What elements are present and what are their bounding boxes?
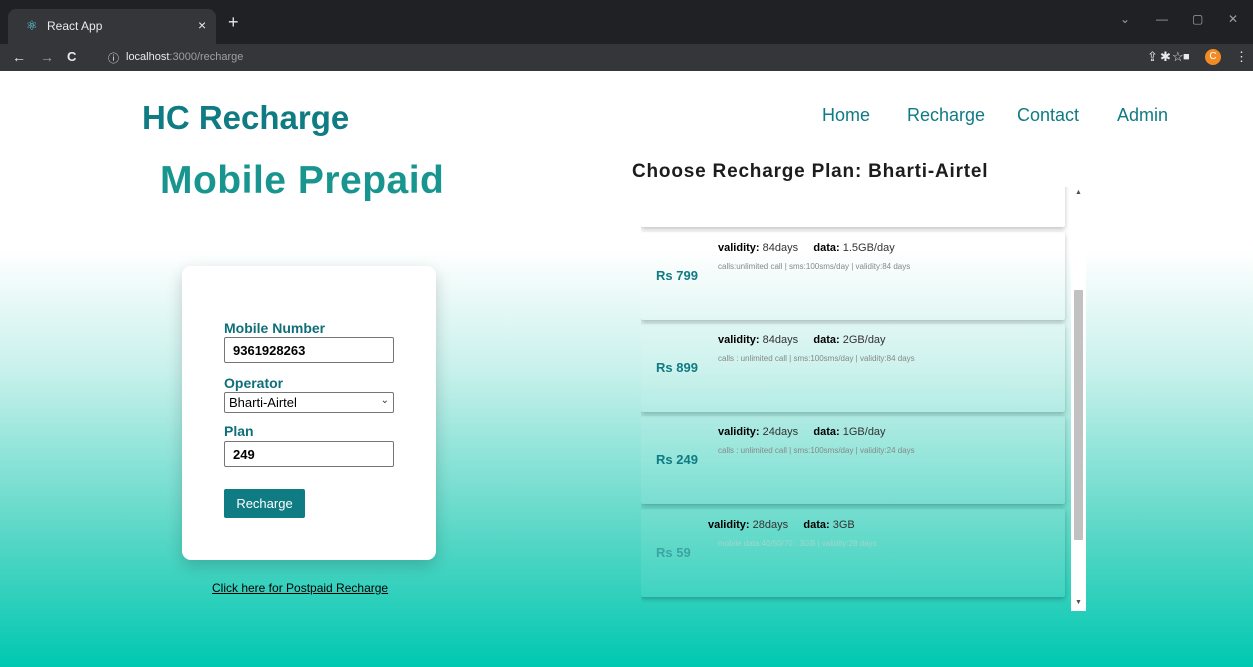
brand-logo[interactable]: HC Recharge bbox=[142, 99, 349, 137]
plan-card[interactable]: Rs 59 validity: 28days data: 3GB mobile … bbox=[641, 509, 1065, 597]
nav-admin[interactable]: Admin bbox=[1117, 105, 1168, 126]
validity-label: validity: bbox=[718, 426, 760, 438]
plan-meta: validity: 28days data: 3GB bbox=[708, 519, 855, 531]
maximize-icon[interactable]: ▢ bbox=[1192, 12, 1203, 26]
nav-contact[interactable]: Contact bbox=[1017, 105, 1079, 126]
plan-validity: 28days bbox=[752, 519, 789, 531]
plan-description: calls : unlimited call | sms:100sms/day … bbox=[718, 354, 915, 363]
plan-price: Rs 899 bbox=[656, 360, 698, 375]
nav-home[interactable]: Home bbox=[822, 105, 870, 126]
minimize-icon[interactable]: — bbox=[1156, 12, 1168, 26]
close-window-icon[interactable]: ✕ bbox=[1228, 12, 1238, 26]
validity-label: validity: bbox=[718, 334, 760, 346]
chevron-down-icon: ⌄ bbox=[380, 395, 389, 406]
operator-label: Operator bbox=[224, 375, 284, 391]
browser-menu-icon[interactable]: ⋮ bbox=[1235, 50, 1248, 64]
plan-description: calls:unlimited call | sms:100sms/day | … bbox=[718, 262, 911, 271]
plan-validity: 84days bbox=[762, 242, 799, 254]
plan-description: mobile data:40/50/70 : 3GB | validity:28… bbox=[718, 539, 877, 548]
address-bar[interactable]: ⓘ localhost:3000/recharge bbox=[96, 46, 1136, 69]
extensions-icon[interactable]: ✱ bbox=[1160, 50, 1171, 64]
plan-label: Plan bbox=[224, 423, 254, 439]
data-label: data: bbox=[803, 519, 830, 531]
plans-title: Choose Recharge Plan: Bharti-Airtel bbox=[632, 161, 989, 182]
plan-data: 2GB/day bbox=[842, 334, 886, 346]
url-text: localhost:3000/recharge bbox=[126, 51, 243, 63]
plan-card[interactable]: Rs 799 validity: 84days data: 1.5GB/day … bbox=[641, 232, 1065, 320]
mobile-number-input[interactable]: 9361928263 bbox=[224, 337, 394, 363]
nav-recharge[interactable]: Recharge bbox=[907, 105, 985, 126]
scroll-up-icon[interactable]: ▲ bbox=[1075, 189, 1082, 196]
reload-icon[interactable]: C bbox=[67, 49, 76, 65]
scrollbar-thumb[interactable] bbox=[1074, 290, 1083, 540]
plan-price: Rs 59 bbox=[656, 545, 691, 560]
plan-validity: 84days bbox=[762, 334, 799, 346]
browser-tab[interactable]: ⚛ React App × bbox=[8, 9, 216, 44]
site-info-icon[interactable]: ⓘ bbox=[108, 50, 119, 66]
side-panel-icon[interactable]: ■ bbox=[1183, 50, 1190, 64]
plan-price: Rs 799 bbox=[656, 268, 698, 283]
scroll-down-icon[interactable]: ▼ bbox=[1075, 599, 1082, 606]
data-label: data: bbox=[813, 426, 840, 438]
react-icon: ⚛ bbox=[26, 18, 38, 33]
page-title: Mobile Prepaid bbox=[160, 159, 445, 202]
plan-card[interactable]: Rs 249 validity: 24days data: 1GB/day ca… bbox=[641, 416, 1065, 504]
close-tab-icon[interactable]: × bbox=[198, 17, 206, 33]
plan-validity: 24days bbox=[762, 426, 799, 438]
data-label: data: bbox=[813, 242, 840, 254]
url-path: :3000/recharge bbox=[169, 51, 244, 63]
plans-list[interactable]: Rs 799 validity: 84days data: 1.5GB/day … bbox=[641, 187, 1086, 611]
recharge-form-card: Mobile Number 9361928263 Operator Bharti… bbox=[182, 266, 436, 560]
plan-meta: validity: 84days data: 2GB/day bbox=[718, 334, 886, 346]
back-icon[interactable]: ← bbox=[12, 49, 26, 65]
validity-label: validity: bbox=[718, 242, 760, 254]
plan-data: 1GB/day bbox=[842, 426, 886, 438]
operator-select[interactable]: Bharti-Airtel ⌄ bbox=[224, 392, 394, 413]
plan-card[interactable]: Rs 899 validity: 84days data: 2GB/day ca… bbox=[641, 324, 1065, 412]
new-tab-icon[interactable]: + bbox=[228, 13, 239, 31]
browser-tab-bar: ⚛ React App × + ⌄ — ▢ ✕ bbox=[0, 0, 1253, 44]
validity-label: validity: bbox=[708, 519, 750, 531]
plan-description: calls : unlimited call | sms:100sms/day … bbox=[718, 446, 915, 455]
plan-input[interactable]: 249 bbox=[224, 441, 394, 467]
mobile-number-label: Mobile Number bbox=[224, 320, 326, 336]
page: HC Recharge Home Recharge Contact Admin … bbox=[0, 71, 1253, 667]
plan-price: Rs 249 bbox=[656, 452, 698, 467]
tab-search-icon[interactable]: ⌄ bbox=[1120, 12, 1130, 26]
plan-card-partial[interactable] bbox=[641, 187, 1065, 227]
browser-toolbar: ← → C ⓘ localhost:3000/recharge ⇪ ☆ bbox=[0, 44, 1253, 71]
plan-data: 1.5GB/day bbox=[842, 242, 895, 254]
data-label: data: bbox=[813, 334, 840, 346]
tab-title: React App bbox=[47, 19, 103, 33]
plan-meta: validity: 24days data: 1GB/day bbox=[718, 426, 886, 438]
bookmark-star-icon[interactable]: ☆ bbox=[1172, 50, 1184, 64]
share-icon[interactable]: ⇪ bbox=[1147, 50, 1158, 64]
forward-icon[interactable]: → bbox=[40, 49, 54, 65]
profile-avatar[interactable]: C bbox=[1205, 49, 1221, 65]
plans-scrollbar[interactable]: ▲ ▼ bbox=[1071, 187, 1086, 611]
postpaid-recharge-link[interactable]: Click here for Postpaid Recharge bbox=[212, 581, 388, 595]
plan-meta: validity: 84days data: 1.5GB/day bbox=[718, 242, 895, 254]
url-host: localhost bbox=[126, 51, 170, 63]
operator-select-value: Bharti-Airtel bbox=[229, 395, 297, 410]
recharge-button[interactable]: Recharge bbox=[224, 489, 305, 518]
plan-data: 3GB bbox=[832, 519, 855, 531]
